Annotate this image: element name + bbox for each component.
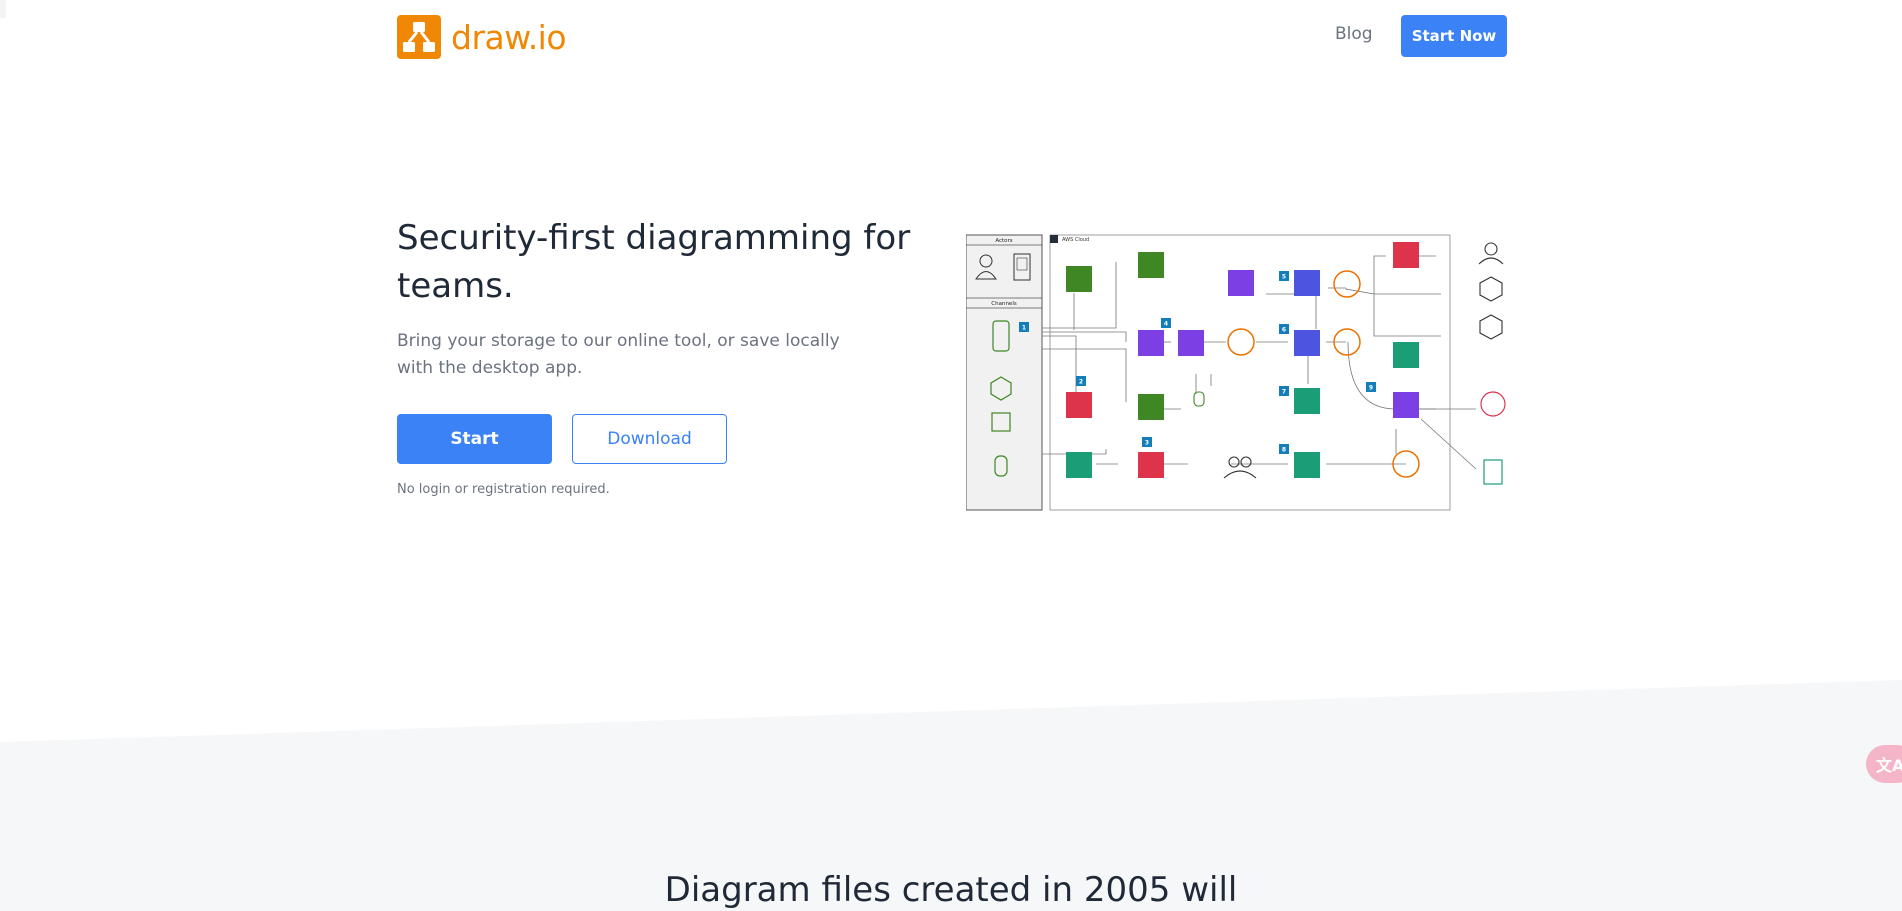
site-header: draw.io Blog Start Now: [0, 0, 1902, 72]
start-button[interactable]: Start: [397, 414, 552, 464]
hero-subtitle: Bring your storage to our online tool, o…: [397, 331, 840, 378]
step-badge: 3: [1145, 440, 1149, 447]
hero-note: No login or registration required.: [397, 482, 610, 497]
start-now-button[interactable]: Start Now: [1401, 15, 1507, 57]
section-title: Diagram files created in 2005 will: [664, 870, 1238, 910]
step-badge: 6: [1282, 327, 1286, 334]
architecture-diagram-image: Actors Channels AWS Cloud 1 2 3 4 5 6 7 …: [965, 234, 1511, 514]
logo-text: draw.io: [451, 17, 567, 57]
channels-label: Channels: [991, 301, 1017, 307]
download-button[interactable]: Download: [572, 414, 727, 464]
step-badge: 4: [1164, 321, 1168, 328]
step-badge: 9: [1369, 385, 1373, 392]
logo-link[interactable]: draw.io: [397, 15, 567, 59]
step-badge: 1: [1022, 325, 1026, 332]
drawio-logo-icon: [397, 15, 441, 59]
step-badge: 8: [1282, 447, 1286, 454]
actors-label: Actors: [995, 238, 1012, 244]
step-badge: 7: [1282, 389, 1286, 396]
nav-blog-link[interactable]: Blog: [1335, 24, 1373, 44]
step-badge: 5: [1282, 274, 1286, 281]
translate-icon[interactable]: 文A: [1866, 745, 1902, 783]
step-badge: 2: [1079, 379, 1083, 386]
cloud-label: AWS Cloud: [1062, 237, 1089, 243]
hero-title: Security-first diagramming for teams.: [397, 218, 911, 306]
